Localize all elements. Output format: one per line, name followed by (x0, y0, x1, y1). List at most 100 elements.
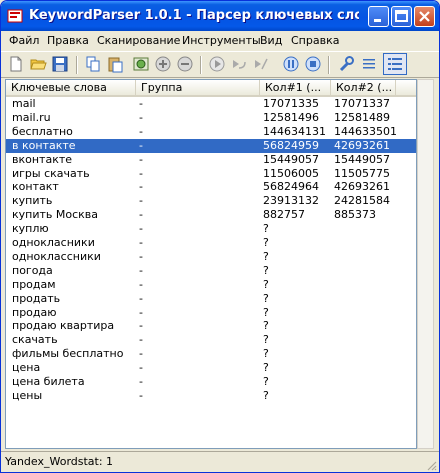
step-icon[interactable] (230, 55, 248, 73)
new-icon[interactable] (7, 55, 25, 73)
cell-group: - (139, 97, 143, 110)
table-row[interactable]: продать -? (6, 292, 416, 306)
cell-group: - (139, 166, 143, 180)
cell-count2: 42693261 (334, 180, 390, 194)
cell-group: - (139, 277, 143, 291)
details-view-button[interactable] (383, 53, 407, 75)
cell-group: - (139, 194, 143, 208)
toolbar (1, 51, 439, 78)
cell-count2: 24281584 (334, 194, 390, 208)
maximize-button[interactable] (391, 6, 412, 27)
table-row[interactable]: бесплатно - 144634131 144633501 (6, 125, 416, 139)
minimize-button[interactable] (368, 6, 389, 27)
cell-keyword: контакт (12, 180, 59, 194)
cell-group: - (139, 236, 143, 249)
remove-circle-icon[interactable] (176, 55, 194, 73)
cell-count1: ? (263, 361, 269, 375)
table-row[interactable]: mail - 17071335 17071337 (6, 97, 416, 111)
menu-file[interactable]: Файл (9, 34, 39, 47)
cell-group: - (139, 291, 143, 305)
menu-help[interactable]: Справка (291, 34, 339, 47)
toolbar-separator (200, 56, 202, 74)
table-row[interactable]: купить Москва - 882757 885373 (6, 208, 416, 222)
cell-group: - (139, 305, 143, 319)
resize-grip-icon[interactable] (425, 459, 437, 471)
vertical-scrollbar[interactable] (417, 79, 434, 449)
table-row[interactable]: цена -? (6, 361, 416, 375)
close-icon (419, 11, 430, 22)
scan-icon[interactable] (132, 55, 150, 73)
wrench-icon[interactable] (337, 55, 355, 73)
maximize-icon (395, 10, 408, 22)
cell-count2: 885373 (334, 208, 376, 222)
title-bar[interactable]: KeywordParser 1.0.1 - Парсер ключевых сл… (1, 1, 439, 31)
menu-tools[interactable]: Инструменты (182, 34, 261, 47)
cell-keyword: цены (12, 388, 43, 402)
app-window: KeywordParser 1.0.1 - Парсер ключевых сл… (0, 0, 440, 473)
table-row[interactable]: продам -? (6, 278, 416, 292)
column-header-count1[interactable]: Кол#1 (... (260, 80, 331, 95)
table-row[interactable]: контакт - 56824964 42693261 (6, 180, 416, 194)
add-circle-icon[interactable] (154, 55, 172, 73)
table-row[interactable]: одноклассники -? (6, 250, 416, 264)
cell-count1: ? (263, 375, 269, 388)
column-header-group[interactable]: Группа (136, 80, 260, 95)
cell-group: - (139, 375, 143, 388)
cell-count2: 144633501 (334, 124, 397, 138)
cell-keyword: скачать (12, 333, 58, 347)
save-icon[interactable] (51, 55, 69, 73)
menu-scan[interactable]: Сканирование (97, 34, 180, 47)
cell-keyword: погода (12, 263, 53, 277)
cell-group: - (139, 152, 143, 166)
column-header-keywords[interactable]: Ключевые слова (6, 80, 136, 95)
table-row[interactable]: продаю квартира -? (6, 319, 416, 333)
pause-icon[interactable] (282, 55, 300, 73)
table-row[interactable]: игры скачать - 11506005 11505775 (6, 167, 416, 181)
table-row[interactable]: куплю -? (6, 222, 416, 236)
keyword-list[interactable]: Ключевые слова Группа Кол#1 (... Кол#2 (… (5, 79, 417, 449)
copy-icon[interactable] (84, 55, 102, 73)
list-icon[interactable] (360, 55, 378, 73)
menu-edit[interactable]: Правка (47, 34, 89, 47)
table-row[interactable]: погода -? (6, 264, 416, 278)
cell-count1: 23913132 (263, 194, 319, 208)
toolbar-separator (328, 56, 330, 74)
cell-keyword: mail.ru (12, 110, 51, 124)
stop-icon[interactable] (304, 55, 322, 73)
open-folder-icon[interactable] (29, 55, 47, 73)
table-row[interactable]: цены -? (6, 389, 416, 403)
skip-icon[interactable] (252, 55, 270, 73)
cell-count1: 17071335 (263, 97, 319, 110)
table-row[interactable]: mail.ru - 12581496 12581489 (6, 111, 416, 125)
cell-group: - (139, 347, 143, 361)
table-row[interactable]: в контакте - 56824959 42693261 (6, 138, 416, 153)
cell-group: - (139, 249, 143, 263)
cell-keyword: цена (12, 361, 41, 375)
table-row[interactable]: продаю -? (6, 306, 416, 320)
cell-count2: 11505775 (334, 166, 390, 180)
table-row[interactable]: фильмы бесплатно -? (6, 347, 416, 361)
cell-group: - (139, 110, 143, 124)
cell-keyword: продам (12, 277, 56, 291)
table-row[interactable]: скачать -? (6, 333, 416, 347)
table-row[interactable]: однокласники -? (6, 236, 416, 250)
table-row[interactable]: вконтакте - 15449057 15449057 (6, 153, 416, 167)
cell-count1: ? (263, 305, 269, 319)
table-row[interactable]: купить - 23913132 24281584 (6, 194, 416, 208)
cell-keyword: куплю (12, 222, 49, 236)
cell-group: - (139, 124, 143, 138)
cell-group: - (139, 222, 143, 236)
play-icon[interactable] (208, 55, 226, 73)
cell-keyword: в контакте (12, 138, 76, 152)
status-text: Yandex_Wordstat: 1 (5, 455, 114, 468)
table-row[interactable]: цена билета -? (6, 375, 416, 389)
minimize-icon (374, 19, 381, 22)
close-button[interactable] (414, 6, 435, 27)
cell-count1: ? (263, 291, 269, 305)
cell-count1: ? (263, 333, 269, 347)
cell-count1: ? (263, 249, 269, 263)
paste-icon[interactable] (106, 55, 124, 73)
menu-view[interactable]: Вид (260, 34, 282, 47)
cell-count1: 882757 (263, 208, 305, 222)
column-header-count2[interactable]: Кол#2 (... (331, 80, 396, 95)
